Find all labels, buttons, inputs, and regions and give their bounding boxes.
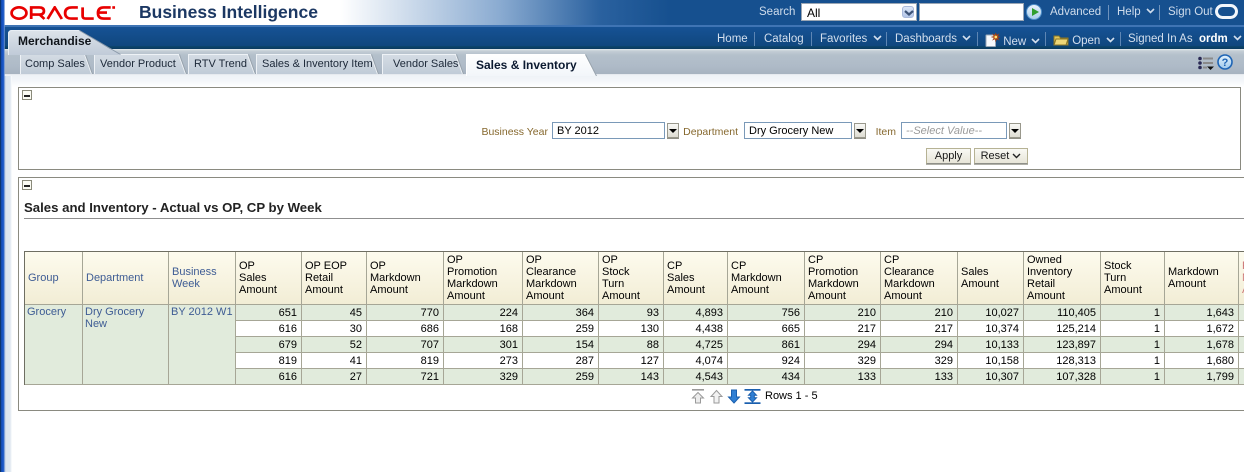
svg-text:?: ? [1222,57,1229,69]
